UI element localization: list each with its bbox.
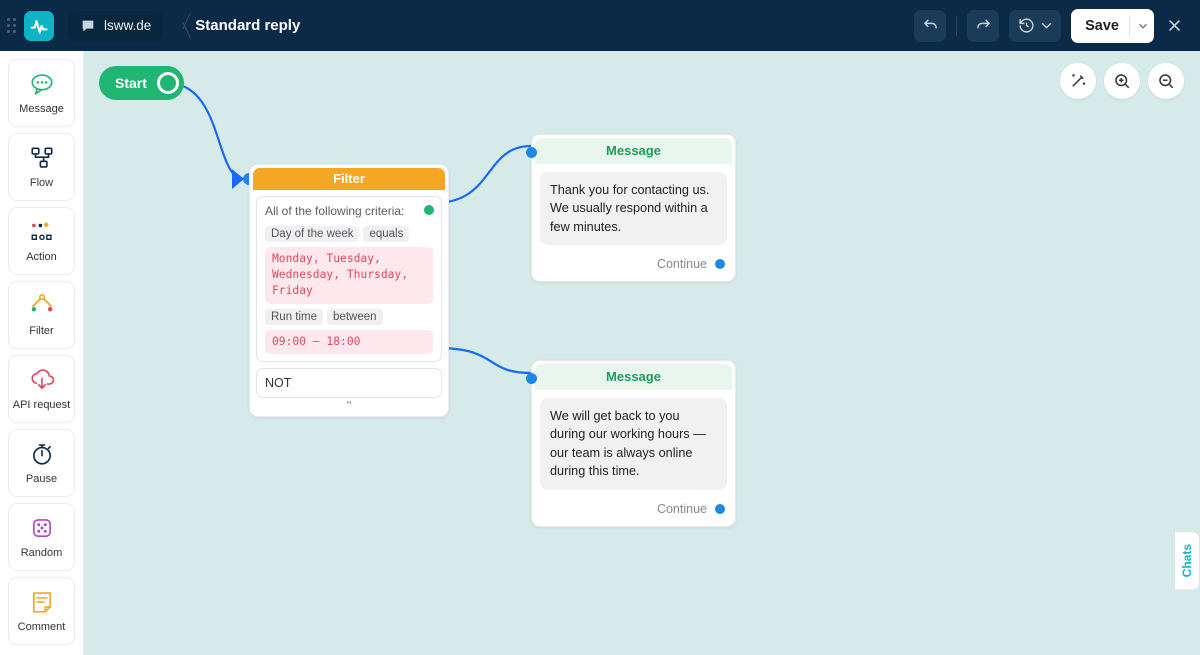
tool-label: API request <box>13 399 70 411</box>
condition-field: Run time <box>265 309 323 325</box>
tool-label: Pause <box>26 473 57 485</box>
redo-icon <box>975 17 992 34</box>
zoom-in-icon <box>1113 72 1131 90</box>
message-in-port[interactable] <box>526 373 537 384</box>
chats-panel-tab[interactable]: Chats <box>1175 531 1200 590</box>
magic-wand-button[interactable] <box>1060 63 1096 99</box>
divider <box>956 16 957 36</box>
message-footer: Continue <box>532 498 735 526</box>
condition-row: Run time between <box>265 309 433 325</box>
condition-value: 09:00 — 18:00 <box>265 330 433 354</box>
undo-icon <box>922 17 939 34</box>
save-label: Save <box>1085 18 1119 34</box>
message-body: Thank you for contacting us. We usually … <box>532 164 735 253</box>
divider <box>1129 15 1130 37</box>
history-icon <box>1018 17 1035 34</box>
page-title: Standard reply <box>195 17 300 34</box>
tool-pause[interactable]: Pause <box>8 429 75 497</box>
message-body: We will get back to you during our worki… <box>532 390 735 498</box>
tool-label: Message <box>19 103 64 115</box>
message-text: We will get back to you during our worki… <box>540 398 727 490</box>
continue-label: Continue <box>657 502 707 516</box>
message-node-bottom[interactable]: Message We will get back to you during o… <box>531 360 736 527</box>
magic-wand-icon <box>1069 72 1087 90</box>
filter-node-body: All of the following criteria: Day of th… <box>250 190 448 416</box>
main: Message Flow Action Filter API request P… <box>0 51 1200 655</box>
tool-comment[interactable]: Comment <box>8 577 75 645</box>
tool-random[interactable]: Random <box>8 503 75 571</box>
zoom-out-icon <box>1157 72 1175 90</box>
condition-operator: equals <box>363 226 409 242</box>
tool-label: Random <box>21 547 63 559</box>
tool-flow[interactable]: Flow <box>8 133 75 201</box>
save-button[interactable]: Save <box>1071 9 1154 43</box>
redo-button[interactable] <box>967 10 999 42</box>
canvas-controls <box>1060 63 1184 99</box>
filter-hint: " <box>256 402 442 410</box>
condition-operator: between <box>327 309 382 325</box>
filter-node-title: Filter <box>253 168 445 190</box>
app-logo[interactable] <box>24 11 54 41</box>
condition-row: Day of the week equals <box>265 226 433 242</box>
criteria-conditions: Day of the week equals Monday, Tuesday, … <box>265 226 433 355</box>
condition-value: Monday, Tuesday, Wednesday, Thursday, Fr… <box>265 247 433 304</box>
condition-field: Day of the week <box>265 226 359 242</box>
close-icon <box>1166 17 1183 34</box>
breadcrumb-separator-icon <box>169 0 183 51</box>
zoom-in-button[interactable] <box>1104 63 1140 99</box>
filter-criteria-not[interactable]: NOT <box>256 368 442 398</box>
message-node-title: Message <box>535 364 732 390</box>
undo-button[interactable] <box>914 10 946 42</box>
not-label: NOT <box>265 376 291 390</box>
site-label: lsww.de <box>104 18 151 33</box>
tool-label: Comment <box>18 621 66 633</box>
chevron-down-icon <box>1136 19 1150 33</box>
message-footer: Continue <box>532 253 735 281</box>
filter-icon <box>29 293 55 319</box>
filter-node[interactable]: Filter All of the following criteria: Da… <box>249 164 449 417</box>
app-header: lsww.de Standard reply Save <box>0 0 1200 51</box>
tool-filter[interactable]: Filter <box>8 281 75 349</box>
note-icon <box>29 589 55 615</box>
criteria-title: All of the following criteria: <box>265 204 433 220</box>
tool-message[interactable]: Message <box>8 59 75 127</box>
message-text: Thank you for contacting us. We usually … <box>540 172 727 245</box>
cloud-icon <box>29 367 55 393</box>
tool-label: Flow <box>30 177 53 189</box>
close-button[interactable] <box>1164 16 1184 36</box>
flow-canvas[interactable]: Start Filter All of the following criter… <box>84 51 1200 655</box>
header-actions: Save <box>914 9 1200 43</box>
start-node[interactable]: Start <box>99 66 184 100</box>
start-out-port[interactable] <box>157 72 179 94</box>
start-label: Start <box>115 75 147 91</box>
chat-icon <box>80 18 96 34</box>
tool-label: Filter <box>29 325 53 337</box>
drag-handle-icon[interactable] <box>4 18 18 33</box>
chevron-down-icon <box>1038 17 1055 34</box>
message-node-title: Message <box>535 138 732 164</box>
site-breadcrumb-button[interactable]: lsww.de <box>68 11 163 41</box>
tool-sidebar: Message Flow Action Filter API request P… <box>0 51 84 655</box>
flow-icon <box>29 145 55 171</box>
tool-action[interactable]: Action <box>8 207 75 275</box>
continue-out-port[interactable] <box>715 259 725 269</box>
message-node-top[interactable]: Message Thank you for contacting us. We … <box>531 134 736 282</box>
continue-out-port[interactable] <box>715 504 725 514</box>
tool-api-request[interactable]: API request <box>8 355 75 423</box>
zoom-out-button[interactable] <box>1148 63 1184 99</box>
action-icon <box>29 219 55 245</box>
message-in-port[interactable] <box>526 147 537 158</box>
history-dropdown-button[interactable] <box>1009 10 1061 42</box>
criteria-match-port[interactable] <box>424 205 434 215</box>
continue-label: Continue <box>657 257 707 271</box>
tool-label: Action <box>26 251 57 263</box>
filter-criteria-all[interactable]: All of the following criteria: Day of th… <box>256 196 442 362</box>
dice-icon <box>29 515 55 541</box>
stopwatch-icon <box>29 441 55 467</box>
message-icon <box>29 71 55 97</box>
